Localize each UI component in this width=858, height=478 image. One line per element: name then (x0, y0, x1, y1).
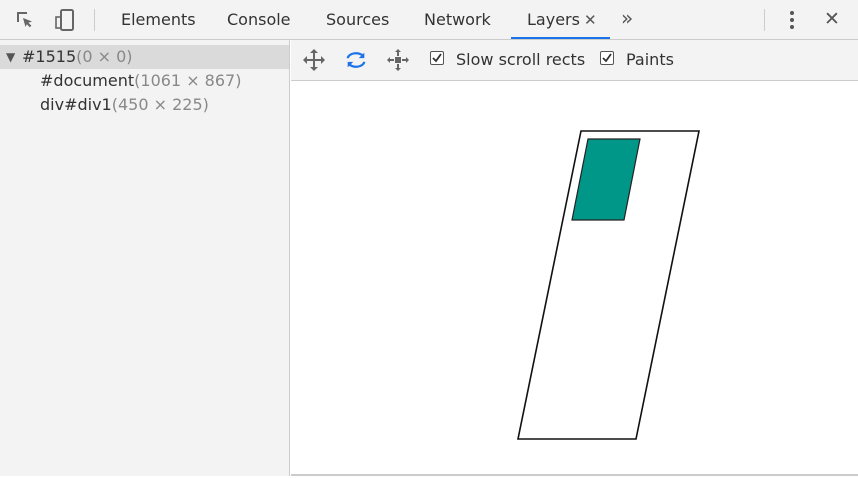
layer-tree-item[interactable]: ▼ #1515(0 × 0) (0, 45, 289, 69)
layer-size: (450 × 225) (111, 95, 209, 114)
layer-name: #document (40, 71, 135, 90)
tab-console[interactable]: Console (227, 0, 291, 39)
layer-tree-item[interactable]: #document(1061 × 867) (0, 69, 289, 93)
reset-transform-icon[interactable] (386, 49, 410, 71)
close-devtools-icon[interactable]: ✕ (824, 8, 840, 30)
layers-toolbar: Slow scroll rects Paints (291, 40, 858, 81)
device-toggle-icon[interactable] (54, 9, 76, 31)
layers-3d-canvas[interactable] (291, 81, 858, 474)
tab-network[interactable]: Network (424, 0, 491, 39)
pan-mode-icon[interactable] (302, 49, 326, 71)
slow-scroll-rects-label[interactable]: Slow scroll rects (456, 40, 585, 80)
paints-label[interactable]: Paints (626, 40, 674, 80)
more-tabs-icon[interactable]: » (621, 0, 633, 37)
tab-layers[interactable]: Layers (527, 0, 580, 39)
slow-scroll-rects-checkbox[interactable] (430, 51, 444, 65)
kebab-menu-icon[interactable] (781, 9, 803, 31)
tab-sources[interactable]: Sources (326, 0, 389, 39)
inspect-element-icon[interactable] (14, 9, 36, 31)
rotate-mode-icon[interactable] (344, 49, 368, 71)
devtools-toolbar: Elements Console Sources Network Layers … (0, 0, 858, 40)
layer-size: (0 × 0) (76, 47, 133, 66)
layer-tree-item[interactable]: div#div1(450 × 225) (0, 93, 289, 117)
toolbar-divider (94, 9, 95, 31)
close-tab-icon[interactable]: ✕ (584, 11, 597, 29)
tab-elements[interactable]: Elements (121, 0, 196, 39)
layer-name: #1515 (22, 47, 77, 66)
layer-size: (1061 × 867) (134, 71, 242, 90)
active-tab-indicator (511, 37, 610, 39)
layer-tree-panel: ▼ #1515(0 × 0) #document(1061 × 867) div… (0, 40, 290, 476)
layers-3d-viewport[interactable] (291, 81, 858, 474)
layer-name: div#div1 (40, 95, 112, 114)
expand-triangle-icon[interactable]: ▼ (6, 45, 15, 69)
paints-checkbox[interactable] (600, 51, 614, 65)
toolbar-divider-right (764, 9, 765, 31)
